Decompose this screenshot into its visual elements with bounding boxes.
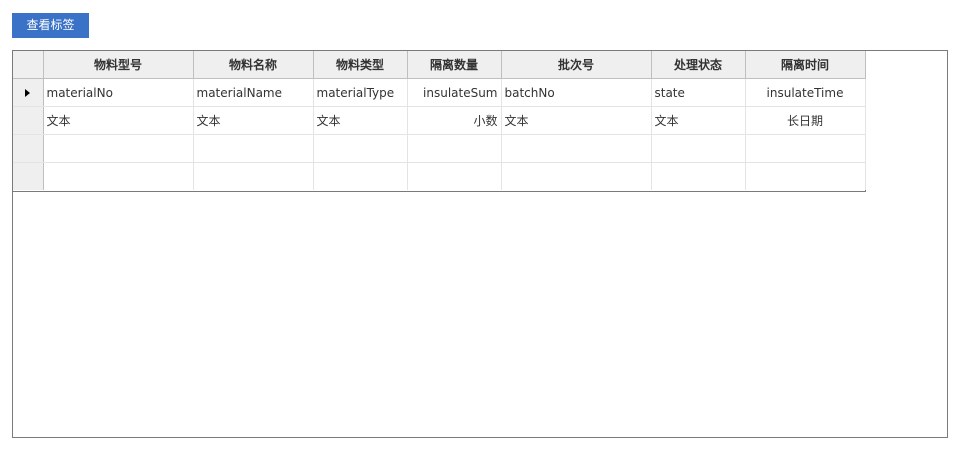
- column-header-state[interactable]: 处理状态: [651, 51, 746, 79]
- table-cell[interactable]: materialName: [193, 78, 314, 107]
- table-cell[interactable]: batchNo: [501, 78, 652, 107]
- table-cell[interactable]: [193, 162, 314, 190]
- grid-header-row: 物料型号 物料名称 物料类型 隔离数量 批次号 处理状态 隔离时间: [13, 51, 866, 79]
- header-corner-cell[interactable]: [13, 51, 44, 79]
- table-cell[interactable]: 文本: [501, 106, 652, 135]
- table-cell[interactable]: [745, 162, 866, 190]
- table-cell[interactable]: [651, 162, 746, 190]
- table-cell[interactable]: [745, 134, 866, 163]
- table-row[interactable]: [13, 134, 866, 163]
- view-labels-button[interactable]: 查看标签: [12, 13, 89, 38]
- table-cell[interactable]: [501, 162, 652, 190]
- row-header[interactable]: [13, 162, 44, 190]
- table-cell[interactable]: state: [651, 78, 746, 107]
- table-cell[interactable]: [43, 134, 194, 163]
- table-cell[interactable]: [407, 134, 502, 163]
- table-cell[interactable]: [651, 134, 746, 163]
- data-grid-panel[interactable]: 物料型号 物料名称 物料类型 隔离数量 批次号 处理状态 隔离时间 materi…: [12, 50, 948, 438]
- table-cell[interactable]: [501, 134, 652, 163]
- table-row[interactable]: materialNo materialName materialType ins…: [13, 78, 866, 107]
- column-header-batch-no[interactable]: 批次号: [501, 51, 652, 79]
- column-header-material-name[interactable]: 物料名称: [193, 51, 314, 79]
- row-header[interactable]: [13, 106, 44, 135]
- table-cell[interactable]: insulateTime: [745, 78, 866, 107]
- data-grid[interactable]: 物料型号 物料名称 物料类型 隔离数量 批次号 处理状态 隔离时间 materi…: [13, 51, 866, 192]
- table-row[interactable]: [13, 162, 866, 190]
- row-header[interactable]: [13, 134, 44, 163]
- table-cell[interactable]: 小数: [407, 106, 502, 135]
- column-header-material-no[interactable]: 物料型号: [43, 51, 194, 79]
- table-cell[interactable]: [313, 162, 408, 190]
- table-cell[interactable]: 长日期: [745, 106, 866, 135]
- table-cell[interactable]: 文本: [651, 106, 746, 135]
- table-cell[interactable]: [193, 134, 314, 163]
- grid-table: 物料型号 物料名称 物料类型 隔离数量 批次号 处理状态 隔离时间 materi…: [13, 51, 866, 190]
- table-row[interactable]: 文本 文本 文本 小数 文本 文本 长日期: [13, 106, 866, 135]
- column-header-insulate-sum[interactable]: 隔离数量: [407, 51, 502, 79]
- window-root: 查看标签 物料型号 物料名称 物料类型 隔离数量 批次号 处理状态 隔离时间 m…: [0, 0, 960, 450]
- table-cell[interactable]: insulateSum: [407, 78, 502, 107]
- table-cell[interactable]: materialType: [313, 78, 408, 107]
- row-header[interactable]: [13, 78, 44, 107]
- current-row-arrow-icon: [25, 89, 31, 97]
- table-cell[interactable]: [407, 162, 502, 190]
- table-cell[interactable]: [313, 134, 408, 163]
- table-cell[interactable]: 文本: [313, 106, 408, 135]
- table-cell[interactable]: 文本: [193, 106, 314, 135]
- column-header-material-type[interactable]: 物料类型: [313, 51, 408, 79]
- column-header-insulate-time[interactable]: 隔离时间: [745, 51, 866, 79]
- table-cell[interactable]: 文本: [43, 106, 194, 135]
- table-cell[interactable]: [43, 162, 194, 190]
- table-cell[interactable]: materialNo: [43, 78, 194, 107]
